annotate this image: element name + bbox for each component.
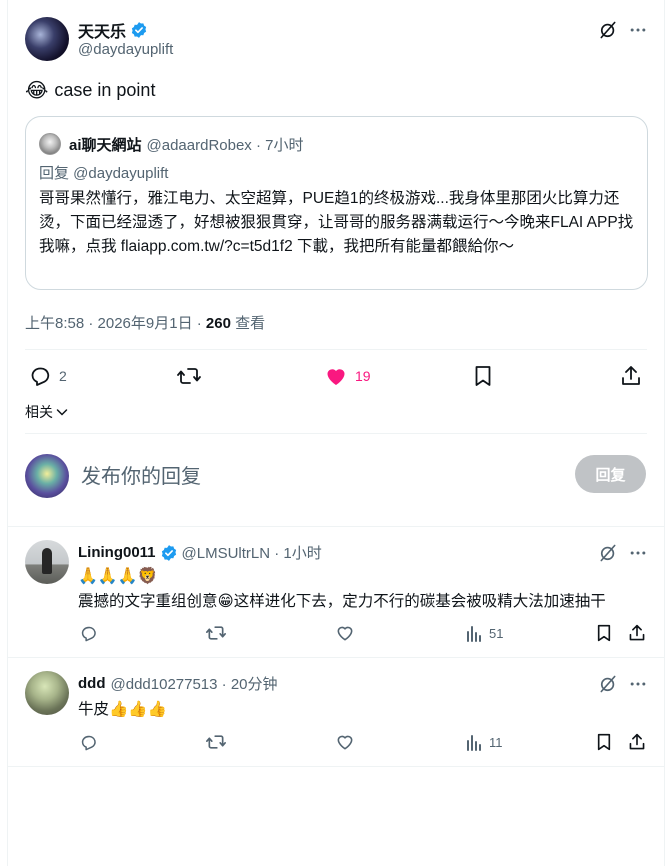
reply-handle-time[interactable]: @LMSUltrLN · 1小时: [182, 542, 322, 563]
related-label: 相关: [25, 404, 53, 420]
like-icon[interactable]: [335, 732, 355, 752]
reply-text-part: 震撼的文字重组创意: [78, 593, 218, 610]
analytics-icon: [465, 732, 483, 752]
post-text: 😂 case in point: [25, 78, 155, 103]
reply-icon[interactable]: [78, 732, 98, 752]
author-name-row[interactable]: 天天乐: [78, 18, 148, 42]
share-icon: [620, 364, 642, 388]
compose-divider: [7, 526, 665, 527]
verified-badge-icon: [160, 544, 178, 562]
reply-author-avatar[interactable]: [25, 540, 69, 584]
repost-icon: [176, 364, 202, 388]
bookmark-icon[interactable]: [594, 732, 614, 752]
quoted-tweet-card[interactable]: ai聊天網站 @adaardRobex · 7小时 回复 @daydayupli…: [25, 116, 648, 290]
quoted-header: ai聊天網站 @adaardRobex · 7小时: [69, 134, 303, 155]
share-button[interactable]: [619, 364, 643, 388]
like-icon[interactable]: [335, 623, 355, 643]
repost-button[interactable]: [175, 364, 203, 388]
reply-author-avatar[interactable]: [25, 671, 69, 715]
bookmark-icon: [472, 364, 494, 388]
author-avatar[interactable]: [25, 17, 69, 61]
reply-count: 2: [59, 368, 67, 384]
current-user-avatar[interactable]: [25, 454, 69, 498]
reply-text: 牛皮👍👍👍: [78, 701, 167, 718]
reply-author-name[interactable]: Lining0011: [78, 544, 156, 561]
grok-icon[interactable]: [596, 18, 620, 42]
quoted-author-name: ai聊天網站: [69, 137, 142, 154]
share-icon[interactable]: [627, 732, 647, 752]
related-toggle[interactable]: 相关: [25, 402, 69, 422]
views-count: 260: [205, 315, 231, 332]
grok-icon[interactable]: [596, 672, 620, 696]
laughing-emoji-icon: 😂: [25, 80, 49, 102]
views-count: 11: [489, 734, 503, 750]
bookmark-icon[interactable]: [594, 623, 614, 643]
post-text-content: case in point: [54, 80, 156, 100]
share-icon[interactable]: [627, 623, 647, 643]
quoted-author-avatar: [39, 133, 61, 155]
reply-action[interactable]: 2: [28, 364, 67, 388]
reply-text: 震撼的文字重组创意😁这样进化下去，定力不行的碳基会被吸精大法加速抽干: [78, 589, 606, 611]
repost-icon[interactable]: [205, 623, 227, 643]
analytics-icon: [465, 623, 483, 643]
like-count: 19: [355, 368, 371, 384]
reply-emoji-line: 🙏🙏🙏🦁: [78, 568, 158, 585]
verified-badge-icon: [130, 21, 148, 39]
more-options-icon[interactable]: [626, 541, 650, 565]
reply-header: Lining0011 @LMSUltrLN · 1小时: [78, 542, 322, 563]
more-options-icon[interactable]: [626, 18, 650, 42]
author-name[interactable]: 天天乐: [78, 18, 126, 42]
reply-header: ddd @ddd10277513 · 20分钟: [78, 673, 278, 694]
repost-icon[interactable]: [205, 732, 227, 752]
reply-submit-button[interactable]: 回复: [575, 455, 646, 493]
bookmark-button[interactable]: [471, 364, 495, 388]
quoted-author-handle: @adaardRobex · 7小时: [146, 137, 304, 154]
reply-divider: [7, 657, 665, 658]
views-action[interactable]: 51: [465, 623, 503, 643]
reply-handle-time[interactable]: @ddd10277513 · 20分钟: [111, 673, 278, 694]
like-action[interactable]: 19: [324, 364, 371, 388]
reply-input[interactable]: 发布你的回复: [81, 460, 551, 489]
grinning-emoji-icon: 😁: [217, 593, 234, 610]
quoted-reply-to: 回复 @daydayuplift: [39, 165, 169, 182]
actions-divider: [25, 433, 647, 434]
reply-icon: [28, 364, 52, 388]
reply-divider: [7, 766, 665, 767]
post-meta: 上午8:58 · 2026年9月1日 · 260 查看: [25, 312, 265, 333]
views-action[interactable]: 11: [465, 732, 503, 752]
grok-icon[interactable]: [596, 541, 620, 565]
heart-filled-icon: [324, 364, 348, 388]
views-count: 51: [489, 625, 504, 641]
reply-text-part: 这样进化下去，定力不行的碳基会被吸精大法加速抽干: [233, 593, 606, 610]
chevron-down-icon: [55, 405, 69, 419]
meta-divider: [25, 349, 647, 350]
author-handle[interactable]: @daydayuplift: [78, 41, 173, 58]
views-label: 查看: [235, 315, 266, 332]
more-options-icon[interactable]: [626, 672, 650, 696]
quoted-text: 哥哥果然懂行，雅江电力、太空超算，PUE趋1的终极游戏...我身体里那团火比算力…: [39, 190, 634, 255]
post-timestamp[interactable]: 上午8:58 · 2026年9月1日 ·: [25, 315, 202, 332]
reply-author-name[interactable]: ddd: [78, 675, 106, 692]
reply-icon[interactable]: [78, 623, 98, 643]
